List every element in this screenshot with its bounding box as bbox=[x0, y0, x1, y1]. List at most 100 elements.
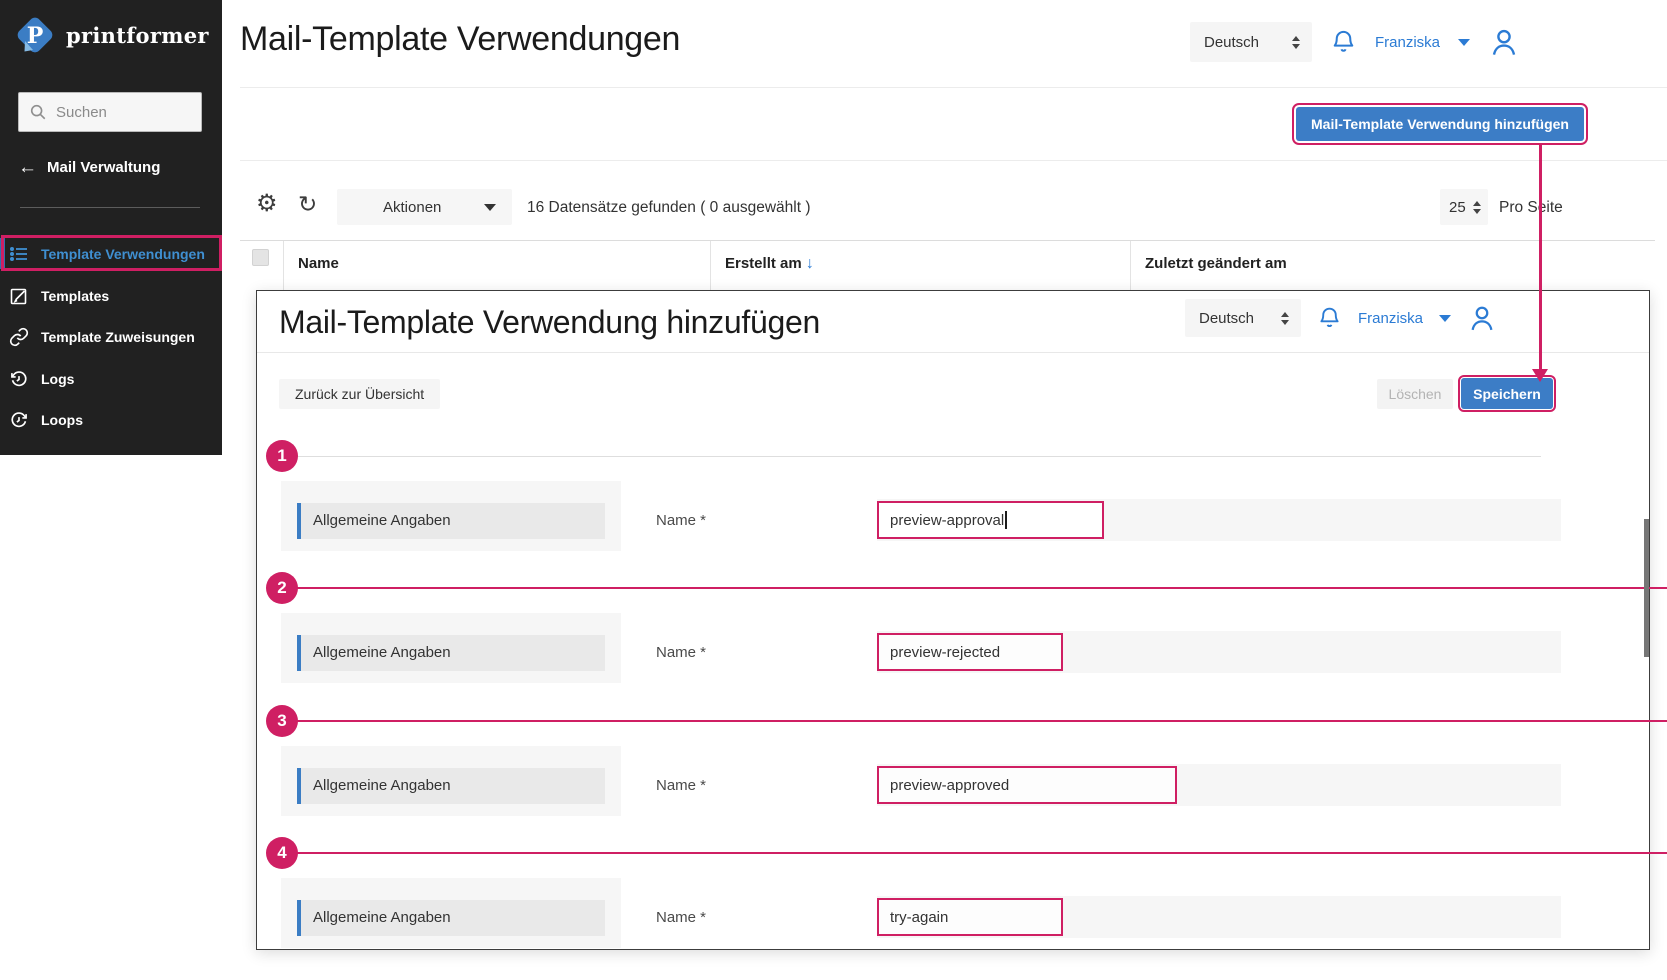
loop-icon bbox=[9, 410, 29, 430]
annotation-line bbox=[297, 852, 1667, 854]
text-cursor bbox=[1005, 511, 1007, 529]
active-indicator-bar bbox=[0, 238, 5, 269]
annotation-number-badge: 3 bbox=[266, 705, 298, 737]
table-header-row: Name Erstellt am ↓ Zuletzt geändert am bbox=[240, 240, 1655, 292]
sidebar-item-loops[interactable]: Loops bbox=[0, 404, 222, 435]
edit-icon bbox=[9, 286, 29, 306]
sidebar-item-label: Logs bbox=[41, 371, 74, 387]
section-panel: Allgemeine Angaben bbox=[281, 613, 621, 683]
name-input[interactable]: try-again bbox=[877, 898, 1063, 936]
app-root: P printformer ← Mail Verwaltung bbox=[0, 0, 1667, 980]
dropdown-caret-icon bbox=[484, 204, 496, 211]
language-select[interactable]: Deutsch bbox=[1190, 22, 1312, 62]
sidebar-back-link[interactable]: ← Mail Verwaltung bbox=[18, 158, 160, 177]
sidebar-item-label: Template Verwendungen bbox=[41, 246, 205, 262]
select-updown-icon bbox=[1473, 201, 1481, 214]
annotation-line bbox=[297, 720, 1667, 722]
dialog-divider bbox=[257, 352, 1649, 353]
list-icon bbox=[9, 244, 29, 264]
row-divider-line bbox=[297, 456, 1541, 457]
field-label: Name * bbox=[656, 644, 706, 661]
language-value: Deutsch bbox=[1204, 34, 1259, 51]
header-divider bbox=[240, 87, 1667, 88]
sidebar-item-label: Loops bbox=[41, 412, 83, 428]
brand-wordmark: printformer bbox=[66, 23, 209, 48]
chevron-down-icon[interactable] bbox=[1458, 39, 1470, 46]
back-to-overview-button[interactable]: Zurück zur Übersicht bbox=[279, 379, 440, 409]
section-panel: Allgemeine Angaben bbox=[281, 481, 621, 551]
sidebar-item-label: Template Zuweisungen bbox=[41, 329, 195, 345]
sidebar-divider bbox=[20, 207, 200, 208]
toolbar-divider bbox=[240, 160, 1667, 161]
name-input[interactable]: preview-approval bbox=[877, 501, 1104, 539]
field-label: Name * bbox=[656, 512, 706, 529]
section-panel: Allgemeine Angaben bbox=[281, 878, 621, 948]
bell-icon[interactable] bbox=[1317, 304, 1342, 332]
per-page-value: 25 bbox=[1449, 199, 1466, 216]
user-name[interactable]: Franziska bbox=[1375, 34, 1440, 51]
annotation-line bbox=[297, 587, 1667, 589]
section-header: Allgemeine Angaben bbox=[297, 768, 605, 804]
sidebar-item-template-verwendungen[interactable]: Template Verwendungen bbox=[0, 238, 222, 269]
field-label: Name * bbox=[656, 777, 706, 794]
sort-desc-icon: ↓ bbox=[806, 255, 814, 272]
form-row: 1 Allgemeine Angaben Name * preview-appr… bbox=[257, 456, 1667, 568]
bell-icon[interactable] bbox=[1330, 27, 1357, 57]
per-page-select[interactable]: 25 bbox=[1440, 189, 1488, 225]
save-button[interactable]: Speichern bbox=[1461, 378, 1553, 409]
dialog-language-select[interactable]: Deutsch bbox=[1185, 299, 1301, 337]
column-header-name[interactable]: Name bbox=[298, 255, 339, 272]
chevron-down-icon[interactable] bbox=[1439, 315, 1451, 322]
history-icon bbox=[9, 369, 29, 389]
user-avatar-icon[interactable] bbox=[1467, 303, 1497, 333]
sidebar-item-logs[interactable]: Logs bbox=[0, 363, 222, 394]
sidebar: P printformer ← Mail Verwaltung bbox=[0, 0, 222, 455]
form-row: 2 Allgemeine Angaben Name * preview-reje… bbox=[257, 588, 1667, 700]
per-page-label: Pro Seite bbox=[1499, 199, 1563, 217]
annotation-number-badge: 1 bbox=[266, 440, 298, 472]
scrollbar-thumb[interactable] bbox=[1644, 519, 1649, 657]
sidebar-item-templates[interactable]: Templates bbox=[0, 280, 222, 311]
column-divider bbox=[710, 241, 711, 293]
name-input[interactable]: preview-rejected bbox=[877, 633, 1063, 671]
svg-text:P: P bbox=[27, 23, 44, 49]
gear-icon[interactable]: ⚙ bbox=[256, 192, 278, 216]
section-header: Allgemeine Angaben bbox=[297, 635, 605, 671]
page-title: Mail-Template Verwendungen bbox=[240, 20, 680, 59]
select-all-checkbox[interactable] bbox=[252, 249, 269, 266]
search-input[interactable] bbox=[56, 104, 176, 121]
annotation-number-badge: 4 bbox=[266, 837, 298, 869]
dialog-title: Mail-Template Verwendung hinzufügen bbox=[279, 304, 820, 341]
column-header-erstellt-am[interactable]: Erstellt am ↓ bbox=[725, 255, 814, 273]
sidebar-search[interactable] bbox=[18, 92, 202, 132]
arrow-left-icon: ← bbox=[18, 158, 37, 177]
search-icon bbox=[29, 103, 47, 121]
section-header: Allgemeine Angaben bbox=[297, 900, 605, 936]
refresh-icon[interactable]: ↻ bbox=[298, 193, 317, 216]
link-icon bbox=[9, 327, 29, 347]
language-value: Deutsch bbox=[1199, 310, 1254, 327]
printformer-diamond-logo-icon: P bbox=[12, 12, 58, 58]
sidebar-item-template-zuweisungen[interactable]: Template Zuweisungen bbox=[0, 321, 222, 352]
add-mail-template-usage-button[interactable]: Mail-Template Verwendung hinzufügen bbox=[1296, 107, 1584, 141]
brand-logo[interactable]: P printformer bbox=[12, 12, 209, 58]
form-row: 3 Allgemeine Angaben Name * preview-appr… bbox=[257, 721, 1667, 833]
column-divider bbox=[283, 241, 284, 293]
sidebar-item-label: Templates bbox=[41, 288, 109, 304]
section-panel: Allgemeine Angaben bbox=[281, 746, 621, 816]
field-label: Name * bbox=[656, 909, 706, 926]
user-name[interactable]: Franziska bbox=[1358, 310, 1423, 327]
form-row: 4 Allgemeine Angaben Name * try-again bbox=[257, 853, 1667, 965]
delete-button[interactable]: Löschen bbox=[1377, 379, 1453, 409]
actions-dropdown[interactable]: Aktionen bbox=[337, 189, 512, 225]
select-updown-icon bbox=[1281, 312, 1289, 325]
name-input[interactable]: preview-approved bbox=[877, 766, 1177, 804]
section-header: Allgemeine Angaben bbox=[297, 503, 605, 539]
select-updown-icon bbox=[1292, 36, 1300, 49]
column-header-zuletzt-geaendert[interactable]: Zuletzt geändert am bbox=[1145, 255, 1287, 272]
user-avatar-icon[interactable] bbox=[1488, 26, 1520, 58]
column-divider bbox=[1130, 241, 1131, 293]
add-usage-dialog: Mail-Template Verwendung hinzufügen Deut… bbox=[256, 290, 1650, 950]
sidebar-back-label: Mail Verwaltung bbox=[47, 159, 160, 176]
annotation-number-badge: 2 bbox=[266, 572, 298, 604]
